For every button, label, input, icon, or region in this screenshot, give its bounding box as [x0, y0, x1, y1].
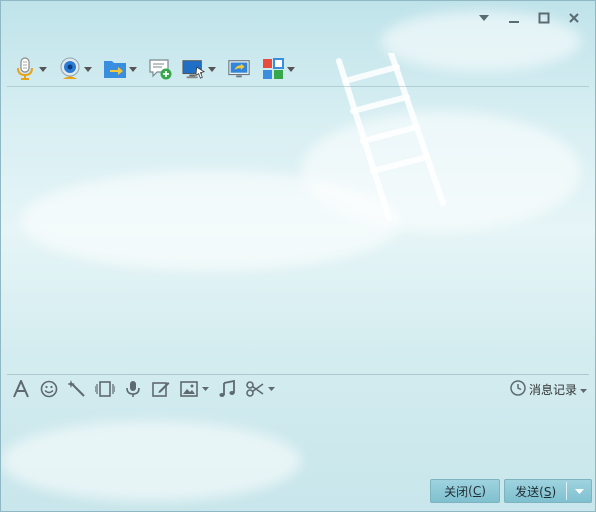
app-grid-icon	[261, 57, 285, 81]
send-file-button[interactable]	[101, 55, 140, 83]
remote-desktop-icon	[182, 57, 206, 81]
chevron-down-icon[interactable]	[267, 379, 275, 399]
clock-icon	[510, 379, 526, 399]
music-note-icon[interactable]	[217, 379, 237, 399]
send-file-folder-icon	[103, 57, 127, 81]
image-icon[interactable]	[179, 379, 199, 399]
maximize-icon[interactable]	[531, 9, 557, 27]
send-hotkey: S	[543, 484, 552, 499]
window-controls	[471, 9, 587, 27]
close-button-label: 关闭	[444, 484, 469, 499]
chevron-down-icon[interactable]	[201, 379, 209, 399]
toolbar-divider	[7, 86, 589, 87]
magic-wand-icon[interactable]	[67, 379, 87, 399]
emoji-smile-icon[interactable]	[39, 379, 59, 399]
chevron-down-icon[interactable]	[83, 57, 93, 81]
microphone-icon	[13, 57, 37, 81]
input-toolbar: 消息记录	[11, 377, 587, 401]
voice-call-button[interactable]	[11, 55, 50, 83]
screen-share-button[interactable]	[225, 55, 253, 83]
video-call-button[interactable]	[56, 55, 95, 83]
chevron-down-icon[interactable]	[38, 57, 48, 81]
screen-share-icon	[227, 57, 251, 81]
bottom-buttons: 关闭(C) 发送(S)	[430, 479, 592, 503]
send-button[interactable]: 发送(S)	[504, 479, 592, 503]
app-center-button[interactable]	[259, 55, 298, 83]
font-icon[interactable]	[11, 379, 31, 399]
close-x-icon[interactable]	[561, 9, 587, 27]
chevron-down-icon	[574, 488, 584, 494]
chevron-down-icon[interactable]	[286, 57, 296, 81]
message-history-area[interactable]	[7, 89, 589, 371]
webcam-icon	[58, 57, 82, 81]
chevron-down-icon[interactable]	[128, 57, 138, 81]
chat-add-icon	[148, 57, 172, 81]
message-history-label: 消息记录	[528, 382, 577, 397]
shake-window-icon[interactable]	[95, 379, 115, 399]
message-history-button[interactable]: 消息记录	[510, 379, 587, 399]
chevron-down-icon	[580, 382, 587, 396]
title-bar	[1, 1, 595, 37]
create-discussion-button[interactable]	[146, 55, 174, 83]
minimize-icon[interactable]	[501, 9, 527, 27]
send-options-dropdown[interactable]	[567, 480, 591, 502]
chat-window: 消息记录 关闭(C) 发送(S)	[0, 0, 596, 512]
edit-note-icon[interactable]	[151, 379, 171, 399]
input-divider	[7, 374, 589, 375]
send-button-label: 发送	[515, 484, 540, 499]
close-hotkey: C	[472, 484, 482, 498]
remote-assist-button[interactable]	[180, 55, 219, 83]
close-button[interactable]: 关闭(C)	[430, 479, 500, 503]
scissors-screenshot-icon[interactable]	[245, 379, 265, 399]
message-input-area[interactable]	[7, 403, 589, 473]
voice-message-icon[interactable]	[123, 379, 143, 399]
chat-toolbar	[11, 53, 298, 85]
send-button-label-wrap: 发送(S)	[515, 484, 557, 499]
dropdown-triangle-icon[interactable]	[471, 9, 497, 27]
chevron-down-icon[interactable]	[207, 57, 217, 81]
